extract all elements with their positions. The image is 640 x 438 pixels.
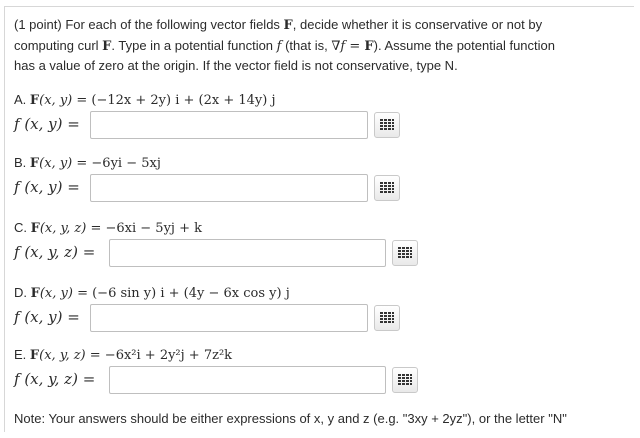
field-expression: −6yi − 5xj xyxy=(91,156,161,171)
answer-field[interactable] xyxy=(90,111,368,139)
intro-F: F xyxy=(283,18,293,33)
answer-input[interactable] xyxy=(110,240,385,266)
part-letter: E. xyxy=(14,347,27,362)
part-e-answer-row: f (x, y, z) = xyxy=(14,366,624,394)
field-F: F xyxy=(29,93,40,108)
potential-label: f (x, y, z) = xyxy=(14,243,96,261)
grid-icon xyxy=(380,119,394,130)
part-b-question: B. F(x, y) = −6yi − 5xj xyxy=(14,153,624,173)
answer-input[interactable] xyxy=(91,112,367,138)
intro-grad: ∇f = xyxy=(331,38,365,54)
grid-icon xyxy=(398,374,412,385)
intro-text-7: has a value of zero at the origin. If th… xyxy=(14,58,458,73)
part-e-question: E. F(x, y, z) = −6x²i + 2y²j + 7z²k xyxy=(14,345,624,365)
answer-input[interactable] xyxy=(110,367,385,393)
field-F: F xyxy=(29,348,40,363)
field-args: (x, y) = xyxy=(39,93,92,108)
intro-text-6: ). Assume the potential function xyxy=(373,37,555,53)
field-args: (x, y) = xyxy=(39,286,93,301)
potential-label: f (x, y) = xyxy=(14,178,80,196)
intro-text-5: (that is, xyxy=(281,37,332,53)
grid-icon xyxy=(380,182,394,193)
equation-editor-button[interactable] xyxy=(392,367,418,393)
answer-input[interactable] xyxy=(91,305,367,331)
part-c-question: C. F(x, y, z) = −6xi − 5yj + k xyxy=(14,218,624,238)
potential-label: f (x, y) = xyxy=(14,308,80,326)
grid-icon xyxy=(380,312,394,323)
equation-editor-button[interactable] xyxy=(392,240,418,266)
part-c-answer-row: f (x, y, z) = xyxy=(14,239,624,267)
part-e: E. F(x, y, z) = −6x²i + 2y²j + 7z²k f (x… xyxy=(14,345,624,394)
equation-editor-button[interactable] xyxy=(374,175,400,201)
part-letter: C. xyxy=(14,220,27,235)
field-args: (x, y, z) = xyxy=(39,221,106,236)
answer-field[interactable] xyxy=(109,239,386,267)
equation-editor-button[interactable] xyxy=(374,305,400,331)
intro-text-2: , decide whether it is conservative or n… xyxy=(292,17,543,32)
intro-text-3: computing curl xyxy=(14,37,103,53)
field-F: F xyxy=(30,221,40,236)
grid-icon xyxy=(398,247,412,258)
answer-field[interactable] xyxy=(90,304,368,332)
intro-F-2: F xyxy=(102,38,112,54)
answer-field[interactable] xyxy=(90,174,368,202)
part-c: C. F(x, y, z) = −6xi − 5yj + k f (x, y, … xyxy=(14,218,624,267)
intro-text-1: For each of the following vector fields xyxy=(61,17,284,32)
equation-editor-button[interactable] xyxy=(374,112,400,138)
field-F: F xyxy=(29,156,40,171)
field-F: F xyxy=(30,286,40,301)
intro-text-4: . Type in a potential function xyxy=(111,37,277,53)
field-expression: −6xi − 5yj + k xyxy=(105,221,203,236)
potential-label: f (x, y, z) = xyxy=(14,370,96,388)
part-d-question: D. F(x, y) = (−6 sin y) i + (4y − 6x cos… xyxy=(14,283,624,303)
field-args: (x, y) = xyxy=(39,156,92,171)
field-expression: (−6 sin y) i + (4y − 6x cos y) j xyxy=(92,286,290,301)
points-label: (1 point) xyxy=(14,17,62,32)
answer-field[interactable] xyxy=(109,366,386,394)
problem-statement: (1 point) For each of the following vect… xyxy=(14,15,626,76)
part-a: A. F(x, y) = (−12x + 2y) i + (2x + 14y) … xyxy=(14,90,624,139)
part-a-answer-row: f (x, y) = xyxy=(14,111,624,139)
field-args: (x, y, z) = xyxy=(39,348,105,363)
part-letter: A. xyxy=(14,92,27,107)
intro-F-3: F xyxy=(364,38,374,54)
part-d-answer-row: f (x, y) = xyxy=(14,304,624,332)
part-letter: B. xyxy=(14,155,27,170)
part-b: B. F(x, y) = −6yi − 5xj f (x, y) = xyxy=(14,153,624,202)
part-d: D. F(x, y) = (−6 sin y) i + (4y − 6x cos… xyxy=(14,283,624,332)
part-b-answer-row: f (x, y) = xyxy=(14,174,624,202)
potential-label: f (x, y) = xyxy=(14,115,80,133)
part-a-question: A. F(x, y) = (−12x + 2y) i + (2x + 14y) … xyxy=(14,90,624,110)
answer-input[interactable] xyxy=(91,175,367,201)
note-text: Note: Your answers should be either expr… xyxy=(14,411,567,426)
part-letter: D. xyxy=(14,285,27,300)
field-expression: (−12x + 2y) i + (2x + 14y) j xyxy=(91,93,276,108)
field-expression: −6x²i + 2y²j + 7z²k xyxy=(104,348,233,363)
